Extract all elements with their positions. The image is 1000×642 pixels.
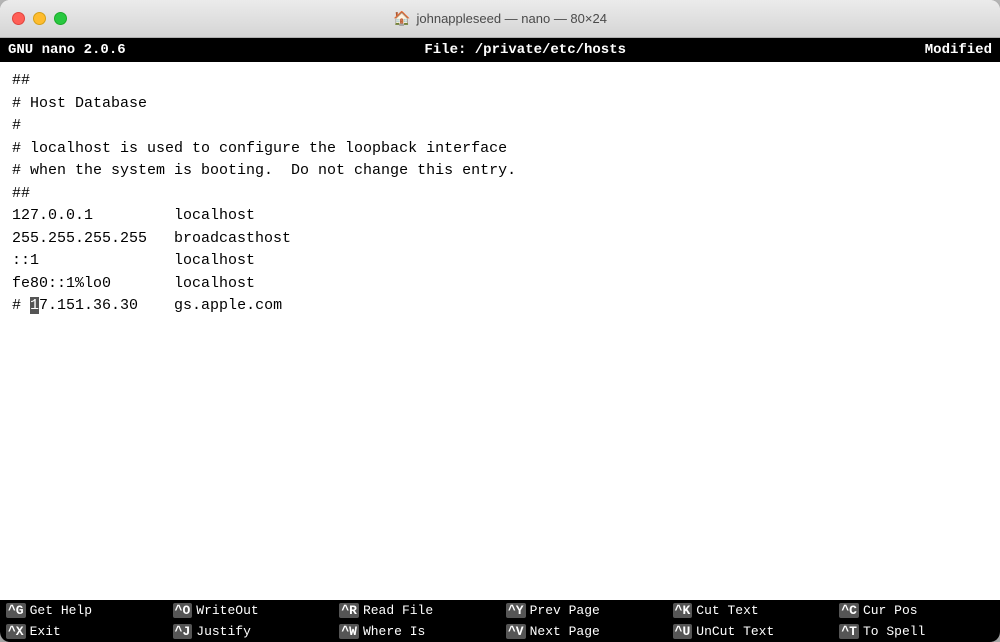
key-ctrl-y: ^Y [506, 603, 526, 618]
nano-status: Modified [925, 42, 992, 58]
key-ctrl-k: ^K [673, 603, 693, 618]
key-ctrl-x: ^X [6, 624, 26, 639]
label-to-spell: To Spell [863, 624, 925, 639]
shortcut-read-file[interactable]: ^R Read File [333, 600, 500, 621]
nano-filename: File: /private/etc/hosts [424, 42, 626, 58]
key-ctrl-g: ^G [6, 603, 26, 618]
shortcut-justify[interactable]: ^J Justify [167, 621, 334, 642]
nano-footer: ^G Get Help ^O WriteOut ^R Read File ^Y … [0, 600, 1000, 642]
close-button[interactable] [12, 12, 25, 25]
key-ctrl-r: ^R [339, 603, 359, 618]
label-prev-page: Prev Page [530, 603, 600, 618]
key-ctrl-w: ^W [339, 624, 359, 639]
nano-header: GNU nano 2.0.6 File: /private/etc/hosts … [0, 38, 1000, 62]
shortcut-cur-pos[interactable]: ^C Cur Pos [833, 600, 1000, 621]
label-cut-text: Cut Text [696, 603, 758, 618]
title-text: 🏠 johnappleseed — nano — 80×24 [393, 10, 607, 27]
key-ctrl-t: ^T [839, 624, 859, 639]
shortcut-exit[interactable]: ^X Exit [0, 621, 167, 642]
traffic-lights [12, 12, 67, 25]
shortcut-get-help[interactable]: ^G Get Help [0, 600, 167, 621]
label-cur-pos: Cur Pos [863, 603, 918, 618]
editor-text: ## # Host Database # # localhost is used… [12, 70, 988, 318]
minimize-button[interactable] [33, 12, 46, 25]
window: 🏠 johnappleseed — nano — 80×24 GNU nano … [0, 0, 1000, 642]
nano-editor[interactable]: GNU nano 2.0.6 File: /private/etc/hosts … [0, 38, 1000, 642]
shortcut-next-page[interactable]: ^V Next Page [500, 621, 667, 642]
shortcut-where-is[interactable]: ^W Where Is [333, 621, 500, 642]
cursor: 1 [30, 297, 39, 314]
label-get-help: Get Help [30, 603, 92, 618]
shortcut-prev-page[interactable]: ^Y Prev Page [500, 600, 667, 621]
shortcut-to-spell[interactable]: ^T To Spell [833, 621, 1000, 642]
key-ctrl-o: ^O [173, 603, 193, 618]
label-next-page: Next Page [530, 624, 600, 639]
label-justify: Justify [196, 624, 251, 639]
shortcut-writeout[interactable]: ^O WriteOut [167, 600, 334, 621]
label-uncut-text: UnCut Text [696, 624, 774, 639]
shortcut-uncut-text[interactable]: ^U UnCut Text [667, 621, 834, 642]
label-exit: Exit [30, 624, 61, 639]
title-bar: 🏠 johnappleseed — nano — 80×24 [0, 0, 1000, 38]
house-icon: 🏠 [393, 10, 410, 27]
key-ctrl-u: ^U [673, 624, 693, 639]
label-read-file: Read File [363, 603, 433, 618]
label-where-is: Where Is [363, 624, 425, 639]
nano-content[interactable]: ## # Host Database # # localhost is used… [0, 62, 1000, 600]
key-ctrl-j: ^J [173, 624, 193, 639]
nano-version: GNU nano 2.0.6 [8, 42, 126, 58]
key-ctrl-v: ^V [506, 624, 526, 639]
label-writeout: WriteOut [196, 603, 258, 618]
window-title: johnappleseed — nano — 80×24 [416, 11, 606, 26]
shortcut-grid: ^G Get Help ^O WriteOut ^R Read File ^Y … [0, 600, 1000, 642]
key-ctrl-c: ^C [839, 603, 859, 618]
maximize-button[interactable] [54, 12, 67, 25]
shortcut-cut-text[interactable]: ^K Cut Text [667, 600, 834, 621]
